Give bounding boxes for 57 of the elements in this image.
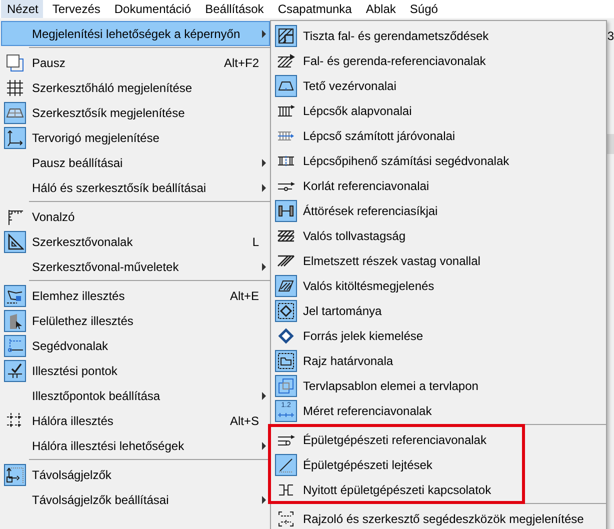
menu-item[interactable]: Segédvonalak — [1, 333, 270, 358]
menu-item[interactable]: Tervorigó megjelenítése — [1, 125, 270, 150]
menu-item[interactable]: Valós tollvastagság — [271, 223, 606, 248]
menu-item[interactable]: Távolságjelzők beállításai — [1, 487, 270, 512]
menu-item[interactable]: Korlát referenciavonalai — [271, 173, 606, 198]
menu-item[interactable]: Távolságjelzők — [1, 462, 270, 487]
menu-item[interactable]: Pausz beállításai — [1, 150, 270, 175]
hatch-arrow-icon — [277, 52, 295, 70]
dot-grid-icon — [6, 412, 24, 430]
background-text: 3 — [607, 29, 614, 43]
menu-item[interactable]: Háló és szerkesztősík beállításai — [1, 175, 270, 200]
grid-icon — [6, 78, 24, 96]
shortcut-label: Alt+E — [230, 288, 259, 302]
menu-item[interactable]: Vonalzó — [1, 204, 270, 229]
menu-bar-item[interactable]: Csapatmunka — [272, 0, 357, 18]
menu-item[interactable]: Szerkesztősík megjelenítése — [1, 100, 270, 125]
layers-icon — [6, 54, 24, 72]
menu-bar-item[interactable]: Beállítások — [199, 0, 269, 18]
menu-item[interactable]: Szerkesztővonalak L — [1, 229, 270, 254]
menu-item[interactable]: Tervlapsablon elemei a tervlapon — [271, 373, 606, 398]
menu-item[interactable]: Forrás jelek kiemelése — [271, 323, 606, 348]
menu-bar-item[interactable]: Tervezés — [46, 0, 106, 18]
menu-item[interactable]: Lépcső számított járóvonalai — [271, 123, 606, 148]
menu-item[interactable]: Valós kitöltésmegjelenés — [271, 273, 606, 298]
ruler-icon — [6, 208, 24, 226]
menu-item[interactable]: Felülethez illesztés — [1, 308, 270, 333]
menu-bar-item[interactable]: Ablak — [360, 0, 401, 18]
menu-item[interactable]: Megjelenítési lehetőségek a képernyőn — [1, 21, 270, 46]
menu-item[interactable]: Hálóra illesztés Alt+S — [1, 408, 270, 433]
menu-item[interactable]: Lépcsők alapvonalai — [271, 98, 606, 123]
menu-item[interactable]: Jel tartománya — [271, 298, 606, 323]
menu-item[interactable]: Tiszta fal- és gerendametsződések — [271, 23, 606, 48]
diamond-icon — [277, 326, 295, 344]
dashed-arrows-icon — [277, 510, 295, 528]
menu-item[interactable]: Rajz határvonala — [271, 348, 606, 373]
shortcut-label: Alt+S — [230, 414, 259, 428]
menu-item[interactable]: Illesztési pontok — [1, 358, 270, 383]
menu-item[interactable]: Épületgépészeti referenciavonalak — [271, 427, 606, 452]
shortcut-label: Alt+F2 — [224, 56, 259, 70]
menu-item[interactable]: Fal- és gerenda-referenciavonalak — [271, 48, 606, 73]
menu-item[interactable]: Elmetszett részek vastag vonallal — [271, 248, 606, 273]
menu-item[interactable]: Áttörések referenciasíkjai — [271, 198, 606, 223]
menu-item[interactable]: Épületgépészeti lejtések — [271, 452, 606, 477]
menu-item[interactable]: Hálóra illesztési lehetőségek — [1, 433, 270, 458]
menu-item[interactable]: Szerkesztővonal-műveletek — [1, 254, 270, 279]
menu-bar-item[interactable]: Súgó — [404, 0, 443, 18]
menu-item[interactable]: Illesztőpontok beállítása — [1, 383, 270, 408]
shortcut-label: L — [252, 234, 259, 248]
menu-item[interactable]: Lépcsőpihenő számítási segédvonalak — [271, 148, 606, 173]
menu-item[interactable]: Szerkesztőháló megjelenítése — [1, 75, 270, 100]
menu-item[interactable]: Nyitott épületgépészeti kapcsolatok — [271, 477, 606, 502]
menu-bar-item[interactable]: Nézet — [1, 0, 44, 18]
menu-item[interactable]: Pausz Alt+F2 — [1, 50, 270, 75]
menu-bar-item[interactable]: Dokumentáció — [108, 0, 196, 18]
menu-item[interactable]: Tető vezérvonalai — [271, 73, 606, 98]
menu-item[interactable]: Elemhez illesztés Alt+E — [1, 283, 270, 308]
menu-item[interactable]: Rajzoló és szerkesztő segédeszközök megjelenítése — [271, 506, 606, 529]
